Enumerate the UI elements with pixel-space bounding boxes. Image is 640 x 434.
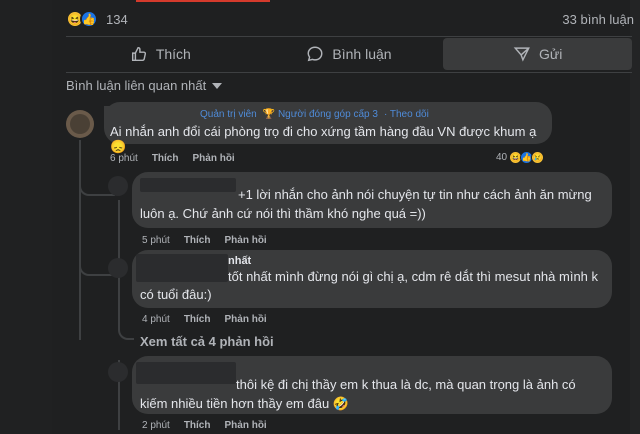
action-bar: Thích Bình luận Gửi	[66, 38, 633, 70]
reply-text-line: thôi kệ đi chị thầy em k thua là dc, mà …	[236, 377, 576, 392]
contributor-badge: 🏆 Người đóng góp cấp 3	[262, 109, 378, 120]
sort-label: Bình luận liên quan nhất	[66, 78, 207, 93]
avatar[interactable]	[108, 258, 128, 278]
reply-bubble: nhất tốt nhất mình đừng nói gì chị ạ, cd…	[132, 250, 612, 308]
reply-bubble: thôi kệ đi chị thầy em k thua là dc, mà …	[132, 356, 612, 414]
divider	[66, 72, 632, 73]
like-button-label: Thích	[155, 46, 191, 62]
redacted-name	[136, 254, 228, 282]
comment-meta: 6 phút Thích Phản hồi	[110, 153, 235, 164]
avatar[interactable]	[108, 362, 128, 382]
follow-link[interactable]: · Theo dõi	[384, 109, 429, 120]
comment-like-link[interactable]: Thích	[152, 153, 179, 164]
sort-dropdown[interactable]: Bình luận liên quan nhất	[66, 78, 223, 93]
reply-like-link[interactable]: Thích	[184, 314, 211, 325]
send-button[interactable]: Gửi	[443, 38, 633, 70]
reply-time[interactable]: 4 phút	[142, 314, 170, 325]
reply-time[interactable]: 5 phút	[142, 235, 170, 246]
reply-text-line: luôn ạ. Chứ ảnh cứ nói thì thầm khó nghe…	[140, 206, 426, 221]
reply-text-line: +1 lời nhắn cho ảnh nói chuyện tự tin nh…	[238, 187, 592, 202]
redacted-name	[104, 106, 196, 120]
comment-bubble: Quản trị viên 🏆 Người đóng góp cấp 3 · T…	[104, 102, 552, 154]
comment-count[interactable]: 33 bình luận	[562, 12, 634, 27]
sad-icon: 😢	[531, 151, 545, 164]
reply-meta: 4 phút Thích Phản hồi	[142, 314, 267, 325]
divider	[66, 36, 632, 37]
reply-like-link[interactable]: Thích	[184, 420, 211, 431]
reaction-count[interactable]: 134	[106, 12, 128, 27]
reaction-summary[interactable]: 😆 👍 134 33 bình luận	[66, 8, 640, 30]
top-accent-bar	[136, 0, 270, 2]
comment-button-label: Bình luận	[332, 46, 392, 62]
comment-reply-link[interactable]: Phản hồi	[192, 153, 234, 164]
redacted-name	[140, 178, 236, 192]
reply-text-line: kiếm nhiều tiền hơn thầy em đâu 🤣	[140, 396, 349, 411]
like-button[interactable]: Thích	[66, 38, 255, 70]
author-badges: Quản trị viên 🏆 Người đóng góp cấp 3 · T…	[200, 109, 429, 120]
thread-connector	[118, 300, 134, 340]
send-button-label: Gửi	[538, 46, 563, 62]
reply-like-link[interactable]: Thích	[184, 235, 211, 246]
reaction-icons: 😆 👍	[66, 10, 98, 28]
comments-panel: 😆 👍 134 33 bình luận Thích Bình luận Gửi…	[0, 0, 640, 434]
reply-reply-link[interactable]: Phản hồi	[224, 235, 266, 246]
redacted-name	[136, 362, 236, 384]
comment-button[interactable]: Bình luận	[255, 38, 444, 70]
reply-meta: 5 phút Thích Phản hồi	[142, 235, 267, 246]
reply-meta: 2 phút Thích Phản hồi	[142, 420, 267, 431]
avatar[interactable]	[66, 110, 94, 138]
like-icon: 👍	[80, 10, 98, 28]
comment-reactions[interactable]: 40 😆 👍 😢	[496, 151, 545, 164]
reply-bubble: +1 lời nhắn cho ảnh nói chuyện tự tin nh…	[132, 172, 612, 228]
comment-time[interactable]: 6 phút	[110, 153, 138, 164]
comment-reaction-count: 40	[496, 152, 508, 163]
reply-text-line: tốt nhất mình đừng nói gì chị ạ, cdm rê …	[228, 269, 599, 284]
comment-bubble-icon	[307, 46, 323, 62]
left-margin	[0, 0, 52, 434]
reply-time[interactable]: 2 phút	[142, 420, 170, 431]
reply-text-line: có tuổi đâu:)	[140, 287, 212, 302]
avatar[interactable]	[108, 176, 128, 196]
admin-badge: Quản trị viên	[200, 109, 257, 120]
comment-text: Ai nhắn anh đổi cái phòng trọ đi cho xứn…	[110, 124, 537, 154]
thumbs-up-icon	[131, 46, 146, 62]
chevron-down-icon	[212, 82, 223, 89]
see-all-replies-link[interactable]: Xem tất cả 4 phản hồi	[140, 334, 274, 349]
reply-reply-link[interactable]: Phản hồi	[224, 420, 266, 431]
send-icon	[513, 47, 530, 62]
reply-reply-link[interactable]: Phản hồi	[224, 314, 266, 325]
